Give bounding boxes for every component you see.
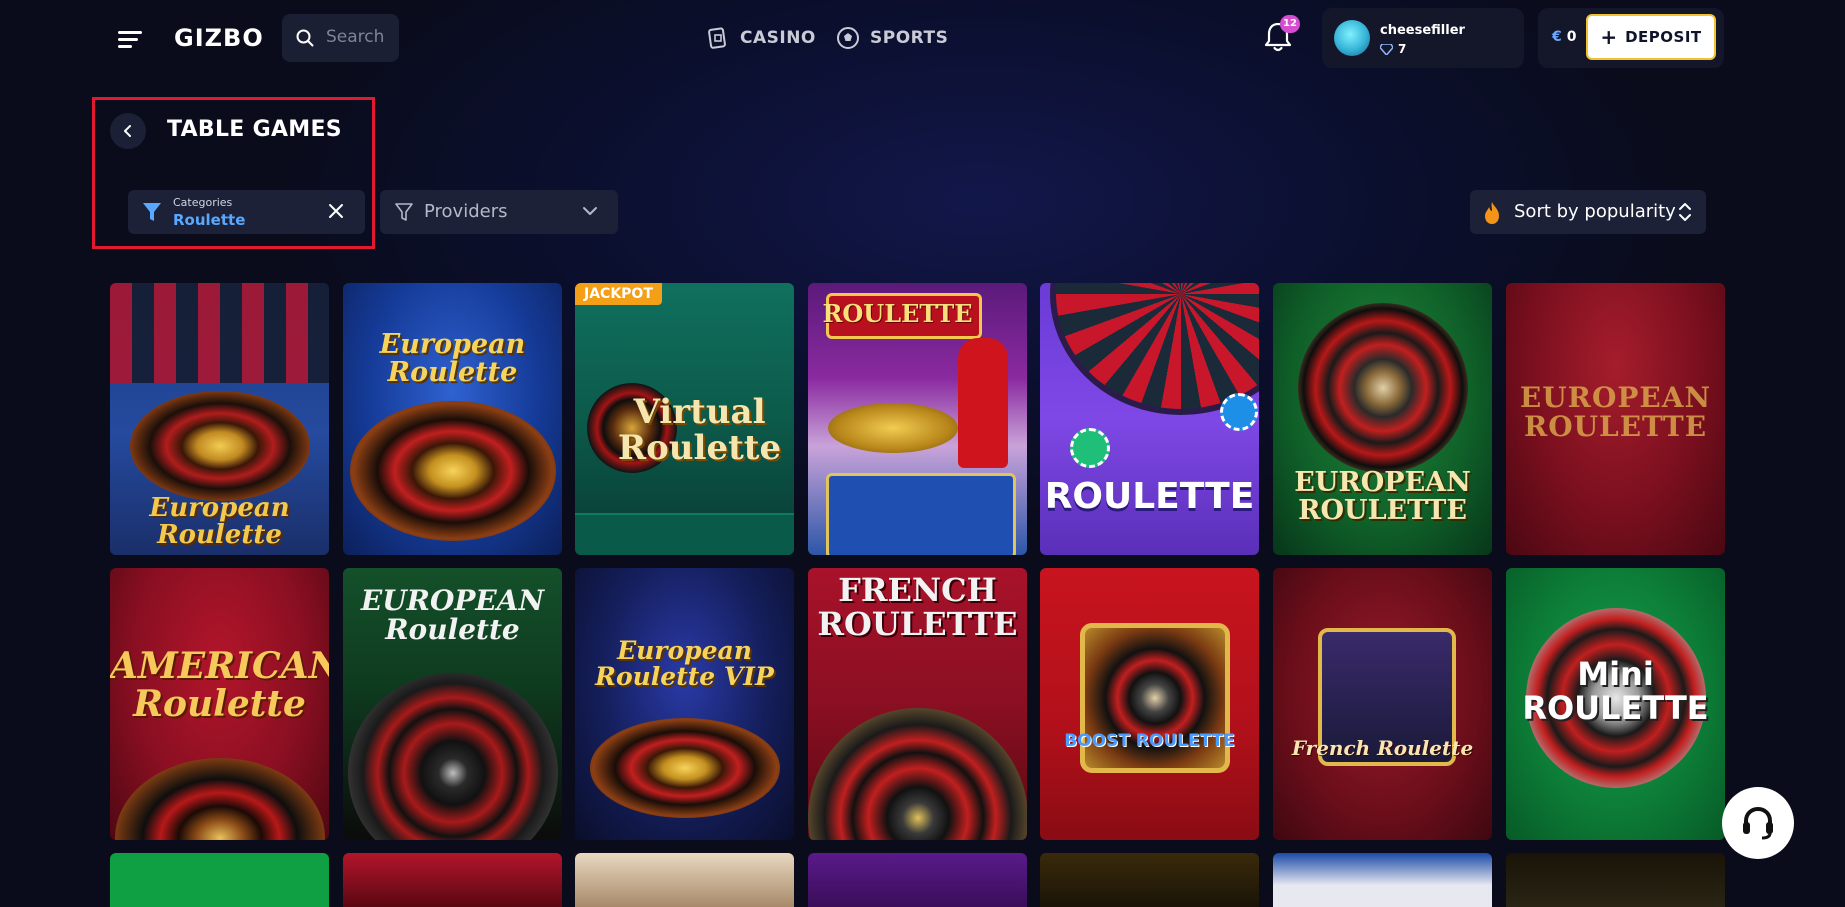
notification-badge: 12 xyxy=(1280,15,1300,33)
chevron-down-icon xyxy=(583,207,597,215)
game-tile[interactable]: European Roulette VIP xyxy=(575,568,794,840)
headset-icon xyxy=(1743,806,1773,840)
game-tile[interactable]: EUROPEAN ROULETTE xyxy=(1506,283,1725,555)
providers-filter-label: Providers xyxy=(424,201,508,222)
category-filter[interactable]: Categories Roulette xyxy=(128,190,365,234)
deposit-label: DEPOSIT xyxy=(1625,28,1702,46)
game-title: FRENCH ROULETTE xyxy=(817,571,1018,643)
plus-icon: + xyxy=(1600,25,1618,49)
table-felt-art xyxy=(575,513,794,555)
chip-art xyxy=(1220,393,1258,431)
nav-sports-label: SPORTS xyxy=(870,28,949,48)
balance-amount: 0 xyxy=(1566,29,1577,45)
fire-icon xyxy=(1485,202,1499,224)
filter-icon xyxy=(395,203,413,221)
game-tile[interactable]: French Roulette xyxy=(1273,568,1492,840)
user-profile[interactable]: cheesefiller 7 xyxy=(1322,8,1524,68)
game-title: ROULETTE xyxy=(1044,476,1255,517)
avatar xyxy=(1334,20,1370,56)
deposit-button[interactable]: + DEPOSIT xyxy=(1586,14,1716,60)
username: cheesefiller xyxy=(1380,23,1465,38)
search-input[interactable]: Search xyxy=(282,14,399,62)
balance: €0 xyxy=(1552,29,1577,45)
game-title: European Roulette xyxy=(149,493,290,551)
category-filter-caption: Categories xyxy=(173,196,233,209)
user-level: 7 xyxy=(1380,42,1406,56)
roulette-wheel-art xyxy=(1297,303,1468,473)
search-icon xyxy=(296,29,314,47)
game-title: Mini ROULETTE xyxy=(1522,655,1709,727)
game-tile[interactable] xyxy=(1040,853,1259,907)
game-tile[interactable] xyxy=(343,853,562,907)
game-tile[interactable] xyxy=(808,853,1027,907)
casino-cards-icon xyxy=(708,27,726,49)
game-tile[interactable] xyxy=(110,853,329,907)
game-title: ROULETTE xyxy=(822,299,973,328)
game-title: European Roulette xyxy=(379,329,526,389)
game-tile[interactable]: FRENCH ROULETTE xyxy=(808,568,1027,840)
nav-sports[interactable]: SPORTS xyxy=(836,22,948,54)
nav-casino-label: CASINO xyxy=(740,28,816,48)
game-title: AMERICAN Roulette xyxy=(110,645,329,725)
game-tile[interactable]: European Roulette xyxy=(110,283,329,555)
game-title: French Roulette xyxy=(1291,736,1474,760)
game-tile[interactable]: ROULETTE xyxy=(808,283,1027,555)
user-level-value: 7 xyxy=(1398,42,1407,56)
game-tile[interactable] xyxy=(575,853,794,907)
game-tile[interactable]: JACKPOT Virtual Roulette xyxy=(575,283,794,555)
roulette-wheel-art xyxy=(114,758,325,840)
dealer-art xyxy=(958,338,1008,468)
filter-icon xyxy=(143,203,161,221)
chip-art xyxy=(1070,428,1110,468)
page-title: TABLE GAMES xyxy=(167,117,342,142)
game-tile[interactable]: EUROPEAN ROULETTE xyxy=(1273,283,1492,555)
category-filter-value: Roulette xyxy=(173,211,246,229)
logo[interactable]: GIZBO xyxy=(174,24,264,52)
roulette-table-art xyxy=(110,283,329,383)
balance-box: €0 + DEPOSIT xyxy=(1538,8,1724,68)
back-button[interactable] xyxy=(110,113,146,149)
roulette-wheel-art xyxy=(349,401,556,541)
roulette-wheel-art xyxy=(808,708,1027,840)
roulette-wheel-art xyxy=(129,391,310,501)
game-tile[interactable] xyxy=(1273,853,1492,907)
top-header: GIZBO Search CASINO SPORTS 12 cheesefill… xyxy=(0,0,1845,76)
menu-icon[interactable] xyxy=(118,27,144,49)
game-title: European Roulette VIP xyxy=(595,636,774,692)
jackpot-badge: JACKPOT xyxy=(575,283,662,305)
game-tile[interactable]: AMERICAN Roulette xyxy=(110,568,329,840)
game-title: EUROPEAN Roulette xyxy=(360,584,545,647)
game-title: Virtual Roulette xyxy=(617,392,782,468)
sort-label: Sort by popularity xyxy=(1514,201,1676,222)
sort-arrows-icon xyxy=(1679,203,1691,221)
game-title: EUROPEAN ROULETTE xyxy=(1519,381,1712,444)
chevron-left-icon xyxy=(124,125,131,137)
game-tile[interactable]: European Roulette xyxy=(343,283,562,555)
diamond-icon xyxy=(1380,43,1393,55)
soccer-ball-icon xyxy=(837,27,859,49)
gold-coins-art xyxy=(828,403,958,453)
providers-filter[interactable]: Providers xyxy=(380,190,618,234)
game-title: BOOST ROULETTE xyxy=(1064,731,1235,751)
game-tile[interactable]: Mini ROULETTE xyxy=(1506,568,1725,840)
currency-symbol: € xyxy=(1552,29,1562,45)
game-tile[interactable]: EUROPEAN Roulette xyxy=(343,568,562,840)
sort-dropdown[interactable]: Sort by popularity xyxy=(1470,190,1706,234)
game-title: EUROPEAN ROULETTE xyxy=(1294,467,1471,527)
table-art xyxy=(826,473,1016,555)
game-tile[interactable]: BOOST ROULETTE xyxy=(1040,568,1259,840)
search-placeholder: Search xyxy=(326,27,385,47)
support-chat-button[interactable] xyxy=(1722,787,1794,859)
roulette-wheel-art xyxy=(347,673,558,840)
game-tile[interactable]: ROULETTE xyxy=(1040,283,1259,555)
roulette-wheel-art xyxy=(589,718,780,818)
nav-casino[interactable]: CASINO xyxy=(706,22,816,54)
close-icon[interactable] xyxy=(327,202,345,220)
game-tile[interactable] xyxy=(1506,853,1725,907)
